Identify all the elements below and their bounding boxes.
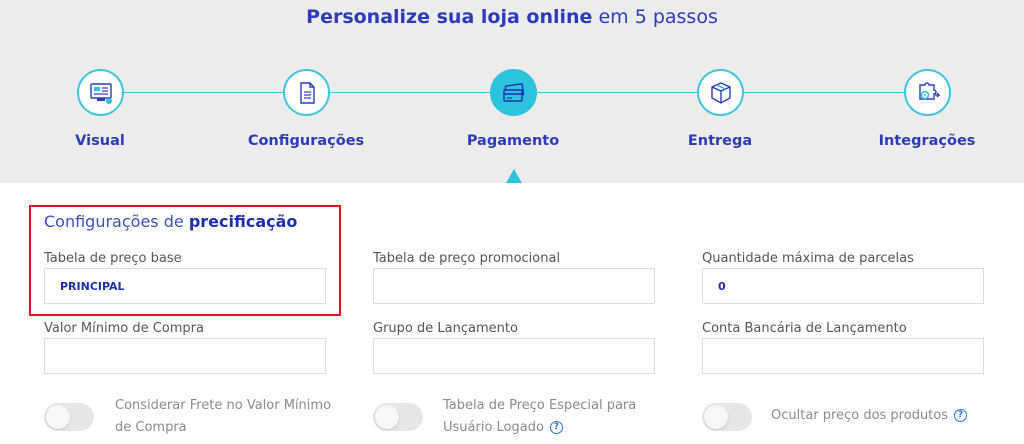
step-label-configuracoes[interactable]: Configurações [248, 133, 364, 149]
document-icon [299, 81, 315, 104]
box-icon [710, 81, 731, 104]
frete-toggle[interactable] [44, 403, 94, 431]
step-configuracoes-button[interactable] [283, 69, 330, 116]
active-step-pointer [506, 169, 522, 183]
valor-minimo-input[interactable] [44, 338, 326, 374]
step-label-integracoes[interactable]: Integrações [879, 133, 976, 149]
step-label-entrega[interactable]: Entrega [688, 133, 752, 149]
frete-toggle-label: Considerar Frete no Valor Mínimo de Comp… [115, 395, 331, 439]
especial-toggle-label: Tabela de Preço Especial para Usuário Lo… [443, 395, 636, 439]
step-integracoes-button[interactable] [904, 69, 951, 116]
ocultar-toggle-label: Ocultar preço dos produtos? [771, 405, 968, 427]
section-title: Configurações de precificação [44, 212, 297, 231]
puzzle-gear-icon [918, 81, 941, 100]
grupo-label: Grupo de Lançamento [373, 321, 518, 336]
payment-icon [502, 82, 524, 102]
tabela-promo-label: Tabela de preço promocional [373, 251, 561, 266]
title-strong: Personalize sua loja online [306, 6, 593, 28]
parcelas-label: Quantidade máxima de parcelas [702, 251, 914, 266]
visual-icon [89, 82, 112, 104]
tabela-base-input[interactable]: PRINCIPAL [44, 268, 326, 304]
especial-toggle-line2: Usuário Logado [443, 420, 544, 435]
help-icon[interactable]: ? [954, 409, 968, 422]
parcelas-input[interactable]: 0 [702, 268, 984, 304]
step-label-pagamento[interactable]: Pagamento [467, 133, 559, 149]
toggle-knob [704, 405, 728, 429]
especial-toggle[interactable] [373, 403, 423, 431]
step-pagamento-button[interactable] [490, 69, 537, 116]
section-title-strong: precificação [188, 212, 298, 231]
toggle-knob [46, 405, 70, 429]
especial-toggle-line1: Tabela de Preço Especial para [443, 398, 637, 413]
ocultar-toggle[interactable] [702, 403, 752, 431]
step-entrega-button[interactable] [697, 69, 744, 116]
especial-toggle-line2-row: Usuário Logado? [443, 417, 636, 439]
step-visual-button[interactable] [77, 69, 124, 116]
steps-header: Personalize sua loja online em 5 passos … [0, 0, 1024, 183]
frete-toggle-line2: de Compra [115, 420, 187, 435]
title-light: em 5 passos [598, 6, 718, 28]
step-label-visual[interactable]: Visual [75, 133, 125, 149]
section-title-light: Configurações de [44, 212, 184, 231]
conta-input[interactable] [702, 338, 984, 374]
frete-toggle-line1: Considerar Frete no Valor Mínimo [115, 398, 332, 413]
ocultar-toggle-line1: Ocultar preço dos produtos [771, 408, 949, 423]
page-title: Personalize sua loja online em 5 passos [0, 6, 1024, 28]
conta-label: Conta Bancária de Lançamento [702, 321, 907, 336]
toggle-knob [375, 405, 399, 429]
help-icon[interactable]: ? [549, 421, 563, 434]
grupo-input[interactable] [373, 338, 655, 374]
valor-minimo-label: Valor Mínimo de Compra [44, 321, 204, 336]
tabela-base-label: Tabela de preço base [44, 251, 182, 266]
tabela-promo-input[interactable] [373, 268, 655, 304]
